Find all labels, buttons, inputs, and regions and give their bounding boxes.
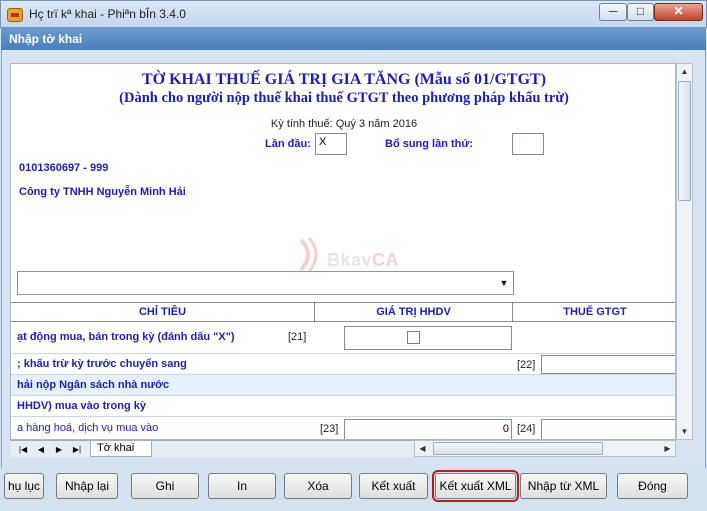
- vertical-scrollbar[interactable]: ▲ ▼: [676, 63, 693, 440]
- scroll-down-icon[interactable]: ▼: [677, 424, 692, 439]
- row-code: [23]: [320, 423, 339, 435]
- row-code: [24]: [517, 423, 536, 435]
- declaration-sheet: TỜ KHAI THUẾ GIÁ TRỊ GIA TĂNG (Mẫu số 01…: [10, 63, 676, 440]
- column-header-chi-tieu: CHỈ TIÊU: [11, 302, 315, 322]
- tax-id: 0101360697 - 999: [19, 162, 109, 174]
- chevron-down-icon[interactable]: ▼: [497, 276, 511, 290]
- value-cell[interactable]: [541, 355, 675, 374]
- supplement-field[interactable]: [512, 133, 544, 155]
- table-row: hải nộp Ngân sách nhà nước: [11, 375, 675, 396]
- scroll-right-icon[interactable]: ▶: [660, 441, 675, 456]
- column-header-thue: THUẾ GTGT: [512, 302, 675, 322]
- row-code: [22]: [517, 359, 536, 371]
- prev-sheet-icon[interactable]: ◀: [34, 443, 48, 456]
- table-row: HHDV) mua vào trong kỳ: [11, 396, 675, 417]
- row-code: [21]: [288, 331, 307, 343]
- table-row: ; khấu trừ kỳ trước chuyển sang [22]: [11, 354, 675, 375]
- table-row: ạt động mua, bán trong kỳ (đánh dấu "X")…: [11, 322, 675, 354]
- sheet-tab-bar: |◀ ◀ ▶ ▶| Tờ khai: [10, 440, 414, 457]
- tax-period: Kỳ tính thuế: Quý 3 năm 2016: [270, 118, 418, 130]
- window-title: Hç trï kª khai - Phiªn bÎn 3.4.0: [29, 7, 186, 21]
- form-title: TỜ KHAI THUẾ GIÁ TRỊ GIA TĂNG (Mẫu số 01…: [141, 71, 547, 88]
- value-cell: [344, 326, 512, 350]
- row-label: ạt động mua, bán trong kỳ (đánh dấu "X"): [17, 331, 235, 343]
- first-time-field[interactable]: X: [315, 133, 347, 155]
- horizontal-scroll-thumb[interactable]: [433, 442, 603, 455]
- appendix-button[interactable]: hụ lục: [4, 473, 44, 499]
- tab-to-khai[interactable]: Tờ khai: [90, 441, 152, 457]
- first-sheet-icon[interactable]: |◀: [16, 443, 30, 456]
- window-titlebar: Hç trï kª khai - Phiªn bÎn 3.4.0 ─ □ ✕: [0, 0, 707, 28]
- activity-checkbox[interactable]: [407, 331, 420, 344]
- supplement-label: Bổ sung lần thứ:: [385, 138, 474, 150]
- export-xml-button[interactable]: Kết xuất XML: [432, 470, 519, 502]
- scroll-up-icon[interactable]: ▲: [677, 64, 692, 79]
- vertical-scroll-thumb[interactable]: [678, 81, 691, 201]
- watermark-text: BkavCA: [327, 250, 400, 270]
- next-sheet-icon[interactable]: ▶: [52, 443, 66, 456]
- close-button[interactable]: Đóng: [617, 473, 688, 499]
- close-window-button[interactable]: ✕: [654, 3, 703, 21]
- declaration-type-dropdown[interactable]: ▼: [17, 271, 514, 295]
- form-header-title: Nhập tờ khai: [9, 32, 83, 46]
- scroll-left-icon[interactable]: ◀: [415, 441, 430, 456]
- row-label: ; khấu trừ kỳ trước chuyển sang: [17, 358, 187, 370]
- export-button[interactable]: Kết xuất: [359, 473, 428, 499]
- print-button[interactable]: In: [208, 473, 276, 499]
- row-label: a hàng hoá, dịch vụ mua vào: [17, 422, 159, 434]
- delete-button[interactable]: Xóa: [284, 473, 352, 499]
- minimize-button[interactable]: ─: [599, 3, 627, 21]
- save-button[interactable]: Ghi: [131, 473, 199, 499]
- bkav-ca-watermark: BkavCA: [293, 236, 423, 276]
- company-name: Công ty TNHH Nguyễn Minh Hải: [19, 186, 186, 198]
- value-cell[interactable]: [541, 419, 675, 439]
- section-label: hải nộp Ngân sách nhà nước: [17, 379, 170, 391]
- reenter-button[interactable]: Nhập lại: [56, 473, 118, 499]
- last-sheet-icon[interactable]: ▶|: [70, 443, 84, 456]
- form-subtitle: (Dành cho người nộp thuế khai thuế GTGT …: [119, 90, 569, 106]
- maximize-button[interactable]: □: [627, 3, 654, 21]
- first-time-label: Lần đầu:: [265, 138, 311, 150]
- import-xml-button[interactable]: Nhập từ XML: [520, 473, 607, 499]
- table-row: a hàng hoá, dịch vụ mua vào [23] 0 [24]: [11, 417, 675, 439]
- bkav-logo-icon: [299, 237, 318, 273]
- section-label: HHDV) mua vào trong kỳ: [17, 400, 146, 412]
- value-input[interactable]: 0: [344, 419, 512, 439]
- horizontal-scrollbar[interactable]: ◀ ▶: [414, 440, 676, 457]
- column-header-gia-tri: GIÁ TRỊ HHDV: [314, 302, 513, 322]
- app-icon: [7, 8, 23, 22]
- form-header-bar: Nhập tờ khai: [1, 28, 706, 50]
